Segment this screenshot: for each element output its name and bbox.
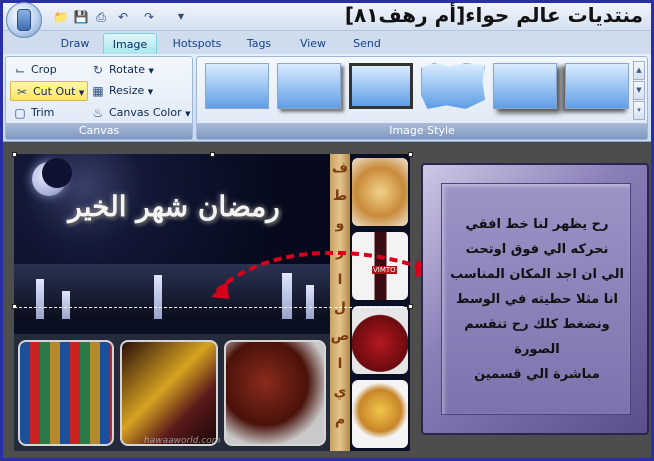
instruction-line: نحركه الي فوق اوتحت	[465, 242, 609, 257]
undo-icon[interactable]: ↶	[115, 9, 131, 25]
instruction-line: الي ان اجد المكان المناسب	[450, 267, 624, 282]
resize-icon: ▦	[92, 84, 104, 98]
minaret-image	[36, 279, 44, 319]
gallery-expand-icon[interactable]: ▾	[633, 101, 645, 120]
dates-photo	[224, 340, 326, 446]
instruction-line: رح يظهر لنا خط افقي	[465, 217, 609, 232]
cut-out-button[interactable]: ✂ Cut Out ▼	[10, 81, 89, 101]
prayer-cloth-photo	[120, 340, 218, 446]
ribbon: ⌙ Crop ✂ Cut Out ▼ ▢ Trim ↻ Rotate ▼ ▦ Resize…	[3, 54, 651, 142]
chevron-down-icon: ▼	[147, 88, 154, 96]
rotate-icon: ↻	[92, 63, 104, 77]
strip-letter: ف	[331, 160, 349, 176]
crop-button[interactable]: ⌙ Crop	[12, 60, 57, 80]
gallery-scroll[interactable]: ▲ ▼ ▾	[633, 61, 645, 121]
resize-handle[interactable]	[210, 152, 215, 157]
image-style-thumbnail[interactable]	[421, 63, 485, 109]
food-photo-soup	[352, 380, 408, 448]
instruction-line: ونضغط كلك رح تنقسم الصورة	[464, 317, 610, 357]
photo-row	[14, 334, 330, 451]
canvas-color-button[interactable]: ♨ Canvas Color ▼	[90, 103, 191, 123]
image-style-group: ▲ ▼ ▾ Image Style	[196, 56, 648, 140]
trim-label: Trim	[31, 106, 55, 119]
image-style-thumbnail[interactable]	[493, 63, 557, 109]
scroll-down-icon[interactable]: ▼	[633, 81, 645, 100]
folder-icon[interactable]: 📁	[53, 9, 69, 25]
app-menu-button[interactable]	[6, 2, 42, 38]
resize-handle[interactable]	[12, 152, 17, 157]
tab-hotspots[interactable]: Hotspots	[167, 33, 227, 54]
cut-guide-line[interactable]	[14, 307, 412, 308]
resize-handle[interactable]	[408, 152, 413, 157]
ribbon-tab-row: Draw Image Hotspots Tags View Send	[3, 31, 651, 54]
rotate-button[interactable]: ↻ Rotate ▼	[90, 60, 154, 80]
chevron-down-icon: ▼	[78, 89, 85, 97]
resize-label: Resize	[109, 84, 145, 97]
customize-icon[interactable]: ▼	[173, 9, 189, 25]
minaret-image	[62, 291, 70, 319]
window-title: منتديات عالم حواء[أم رهف٨١]	[344, 3, 643, 27]
strip-letter: م	[334, 412, 346, 428]
chevron-down-icon: ▼	[148, 67, 154, 75]
trim-button[interactable]: ▢ Trim	[12, 103, 54, 123]
resize-button[interactable]: ▦ Resize ▼	[90, 81, 153, 101]
quran-books-photo	[18, 340, 114, 446]
crop-icon: ⌙	[14, 63, 26, 77]
image-style-group-label: Image Style	[197, 123, 647, 139]
tab-draw[interactable]: Draw	[55, 33, 95, 54]
image-style-thumbnail[interactable]	[349, 63, 413, 109]
canvas-group-label: Canvas	[6, 123, 192, 139]
title-bar: 📁 💾 ⎙ ↶ ↷ ▼ منتديات عالم حواء[أم رهف٨١]	[3, 3, 651, 31]
print-icon[interactable]: ⎙	[93, 9, 109, 25]
instruction-box: رح يظهر لنا خط افقي نحركه الي فوق اوتحت …	[421, 163, 649, 435]
image-style-thumbnail[interactable]	[565, 63, 629, 109]
tab-image[interactable]: Image	[103, 33, 157, 54]
save-icon[interactable]: 💾	[73, 9, 89, 25]
crop-label: Crop	[31, 63, 57, 76]
minaret-image	[154, 275, 162, 319]
redo-icon[interactable]: ↷	[141, 9, 157, 25]
tab-send[interactable]: Send	[347, 33, 387, 54]
food-photo-drink	[352, 306, 408, 374]
instruction-line: انا مثلا حطيته في الوسط	[456, 292, 618, 307]
red-arrow-annotation	[211, 250, 435, 299]
scroll-up-icon[interactable]: ▲	[633, 61, 645, 80]
strip-letter: و	[335, 216, 345, 232]
chevron-down-icon: ▼	[185, 110, 191, 118]
instruction-line: مباشرة الي قسمين	[474, 367, 600, 382]
canvas-color-label: Canvas Color	[109, 106, 182, 119]
watermark: hawaaworld.com	[144, 436, 221, 446]
app-logo-icon	[17, 9, 31, 31]
tab-view[interactable]: View	[293, 33, 333, 54]
strip-letter: ط	[332, 188, 348, 204]
strip-letter: ا	[337, 356, 343, 372]
moon-shadow	[42, 158, 72, 188]
image-headline: رمضان شهر الخير	[68, 190, 280, 223]
workspace: رمضان شهر الخير ف ط و ر ا ل ص ا ي م VIMT…	[3, 143, 651, 458]
food-photo-rolls	[352, 158, 408, 226]
paint-bucket-icon: ♨	[92, 106, 104, 120]
cut-out-icon: ✂	[16, 85, 28, 99]
image-style-thumbnail[interactable]	[277, 63, 341, 109]
strip-letter: ي	[333, 384, 347, 400]
canvas-group: ⌙ Crop ✂ Cut Out ▼ ▢ Trim ↻ Rotate ▼ ▦ Resize…	[5, 56, 193, 140]
rotate-label: Rotate	[109, 63, 146, 76]
trim-icon: ▢	[14, 106, 26, 120]
image-style-thumbnail[interactable]	[205, 63, 269, 109]
strip-letter: ص	[330, 328, 350, 344]
tab-tags[interactable]: Tags	[239, 33, 279, 54]
instruction-panel: رح يظهر لنا خط افقي نحركه الي فوق اوتحت …	[441, 183, 631, 415]
instruction-text: رح يظهر لنا خط افقي نحركه الي فوق اوتحت …	[446, 212, 628, 387]
cut-out-label: Cut Out	[33, 85, 76, 98]
